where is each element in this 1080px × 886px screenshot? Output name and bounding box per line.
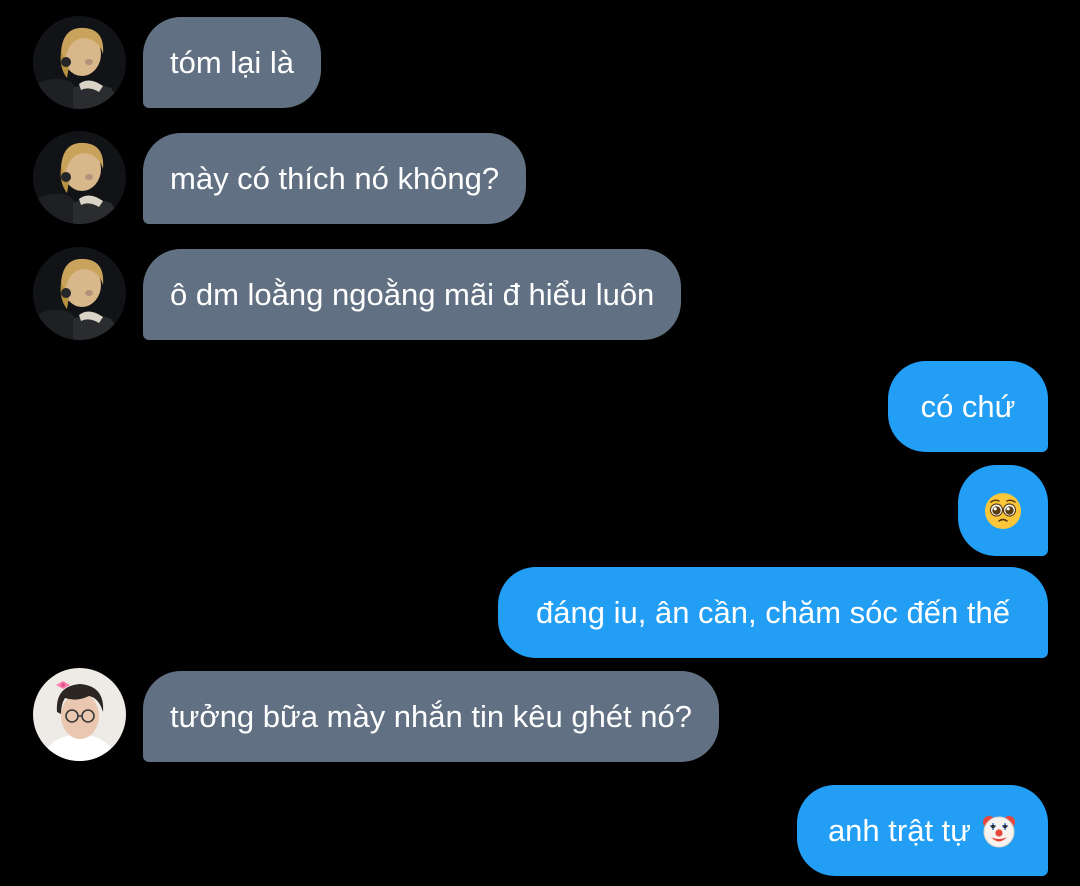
chat-thread: tóm lại là mày có thích nó không? ô dm l…: [0, 0, 1080, 886]
pleading-face-emoji-icon: [984, 492, 1022, 530]
message-bubble-incoming[interactable]: tưởng bữa mày nhắn tin kêu ghét nó?: [143, 671, 720, 762]
message-text: ô dm loằng ngoằng mãi đ hiểu luôn: [170, 276, 655, 312]
message-text: có chứ: [920, 388, 1016, 424]
message-bubble-incoming[interactable]: mày có thích nó không?: [143, 133, 527, 224]
contact-a-avatar[interactable]: [33, 247, 126, 340]
clown-face-emoji-icon: [981, 813, 1017, 849]
message-bubble-incoming[interactable]: ô dm loằng ngoằng mãi đ hiểu luôn: [143, 249, 682, 340]
contact-b-avatar[interactable]: [33, 668, 126, 761]
message-text: tưởng bữa mày nhắn tin kêu ghét nó?: [170, 698, 693, 734]
message-text: tóm lại là: [170, 44, 295, 80]
message-text: anh trật tự: [827, 812, 972, 848]
message-bubble-outgoing[interactable]: anh trật tự: [797, 785, 1048, 876]
message-bubble-outgoing[interactable]: đáng iu, ân cần, chăm sóc đến thế: [498, 567, 1048, 658]
message-bubble-outgoing[interactable]: có chứ: [888, 361, 1048, 452]
message-text: đáng iu, ân cần, chăm sóc đến thế: [536, 594, 1010, 630]
contact-a-avatar[interactable]: [33, 16, 126, 109]
message-bubble-outgoing[interactable]: [958, 465, 1048, 556]
message-text: mày có thích nó không?: [170, 160, 500, 196]
contact-a-avatar[interactable]: [33, 131, 126, 224]
message-bubble-incoming[interactable]: tóm lại là: [143, 17, 322, 108]
